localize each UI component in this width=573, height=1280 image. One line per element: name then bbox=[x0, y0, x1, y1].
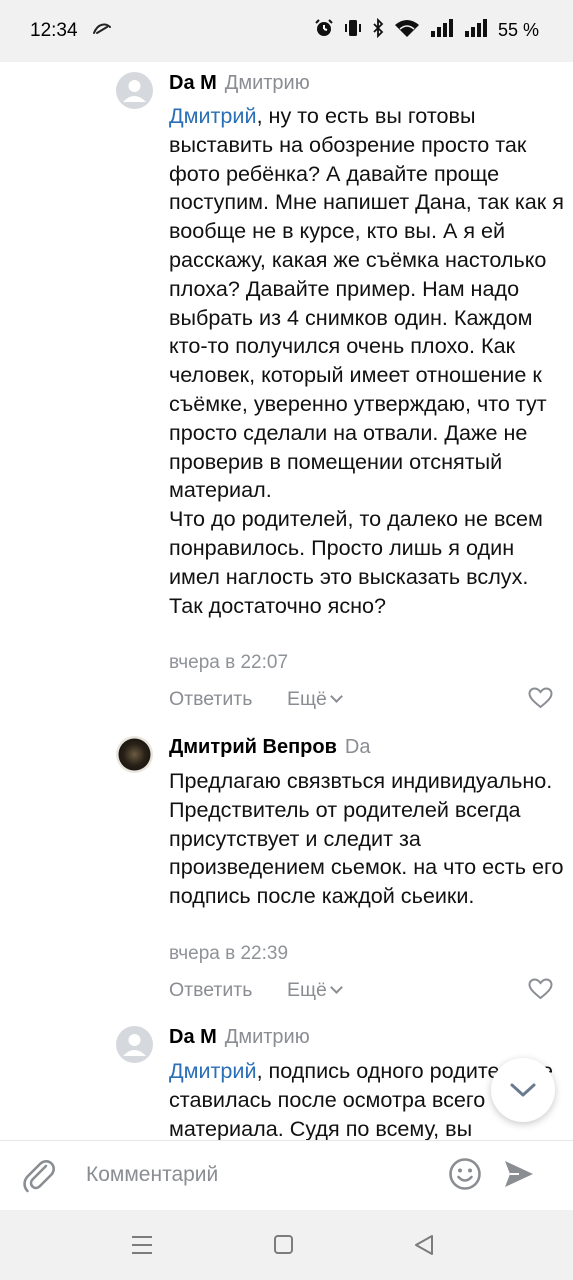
comment-author[interactable]: Da M bbox=[169, 72, 217, 94]
user-placeholder-icon bbox=[123, 1034, 146, 1056]
more-label: Ещё bbox=[287, 688, 327, 710]
chevron-down-icon bbox=[330, 981, 343, 994]
like-heart-icon[interactable] bbox=[528, 687, 553, 714]
comment-reply-to[interactable]: Дмитрию bbox=[225, 1026, 310, 1048]
avatar[interactable] bbox=[116, 72, 153, 109]
alarm-icon bbox=[314, 18, 334, 43]
send-icon[interactable] bbox=[503, 1158, 535, 1195]
comment-time[interactable]: вчера в 22:07 bbox=[169, 652, 288, 674]
reply-button[interactable]: Ответить bbox=[169, 688, 252, 711]
recent-apps-icon[interactable] bbox=[131, 1235, 153, 1260]
comment-reply-to[interactable]: Дмитрию bbox=[225, 72, 310, 94]
comment-text: Предлагаю связвться индивидуально. Предс… bbox=[169, 768, 564, 909]
comment-author[interactable]: Da M bbox=[169, 1026, 217, 1048]
comment-text: Дмитрий, ну то есть вы готовы выставить … bbox=[169, 102, 564, 620]
comment-mention[interactable]: Дмитрий bbox=[169, 103, 257, 128]
comment-header: Дмитрий Вепров Da bbox=[169, 736, 370, 759]
avatar[interactable] bbox=[116, 736, 153, 773]
home-icon[interactable] bbox=[274, 1235, 293, 1254]
avatar[interactable] bbox=[116, 1026, 153, 1063]
like-heart-icon[interactable] bbox=[528, 978, 553, 1005]
more-button[interactable]: Ещё bbox=[287, 979, 343, 1002]
battery-level: 55 % bbox=[497, 20, 539, 40]
notification-icon bbox=[92, 21, 112, 42]
attach-icon[interactable] bbox=[22, 1156, 56, 1199]
wifi-icon bbox=[394, 18, 420, 43]
comments-feed[interactable]: Da M Дмитрию Дмитрий, ну то есть вы готов… bbox=[0, 62, 573, 1140]
comment-input[interactable] bbox=[86, 1159, 426, 1191]
comment-header: Da M Дмитрию bbox=[169, 1026, 310, 1049]
comment-body: , ну то есть вы готовы выставить на обоз… bbox=[169, 103, 564, 618]
emoji-icon[interactable] bbox=[448, 1157, 482, 1196]
comment-mention[interactable]: Дмитрий bbox=[169, 1058, 257, 1083]
signal-icon-2 bbox=[464, 18, 488, 43]
comment-header: Da M Дмитрию bbox=[169, 72, 310, 95]
comment-composer bbox=[0, 1140, 573, 1210]
chevron-down-icon bbox=[330, 690, 343, 703]
comment-author[interactable]: Дмитрий Вепров bbox=[169, 736, 337, 758]
back-icon[interactable] bbox=[414, 1234, 434, 1261]
status-time: 12:34 bbox=[30, 20, 78, 41]
status-bar: 12:34 55 % bbox=[0, 0, 573, 62]
user-placeholder-icon bbox=[123, 80, 146, 102]
signal-icon-1 bbox=[430, 18, 454, 43]
chevron-down-icon bbox=[510, 1083, 536, 1097]
comment-time[interactable]: вчера в 22:39 bbox=[169, 943, 288, 965]
status-icons: 55 % bbox=[314, 17, 539, 43]
more-button[interactable]: Ещё bbox=[287, 688, 343, 711]
bluetooth-icon bbox=[372, 17, 384, 43]
comment-reply-to[interactable]: Da bbox=[345, 736, 371, 758]
vibrate-icon bbox=[344, 18, 362, 43]
system-navigation-bar bbox=[0, 1210, 573, 1280]
more-label: Ещё bbox=[287, 979, 327, 1001]
scroll-down-button[interactable] bbox=[491, 1058, 555, 1122]
reply-button[interactable]: Ответить bbox=[169, 979, 252, 1002]
